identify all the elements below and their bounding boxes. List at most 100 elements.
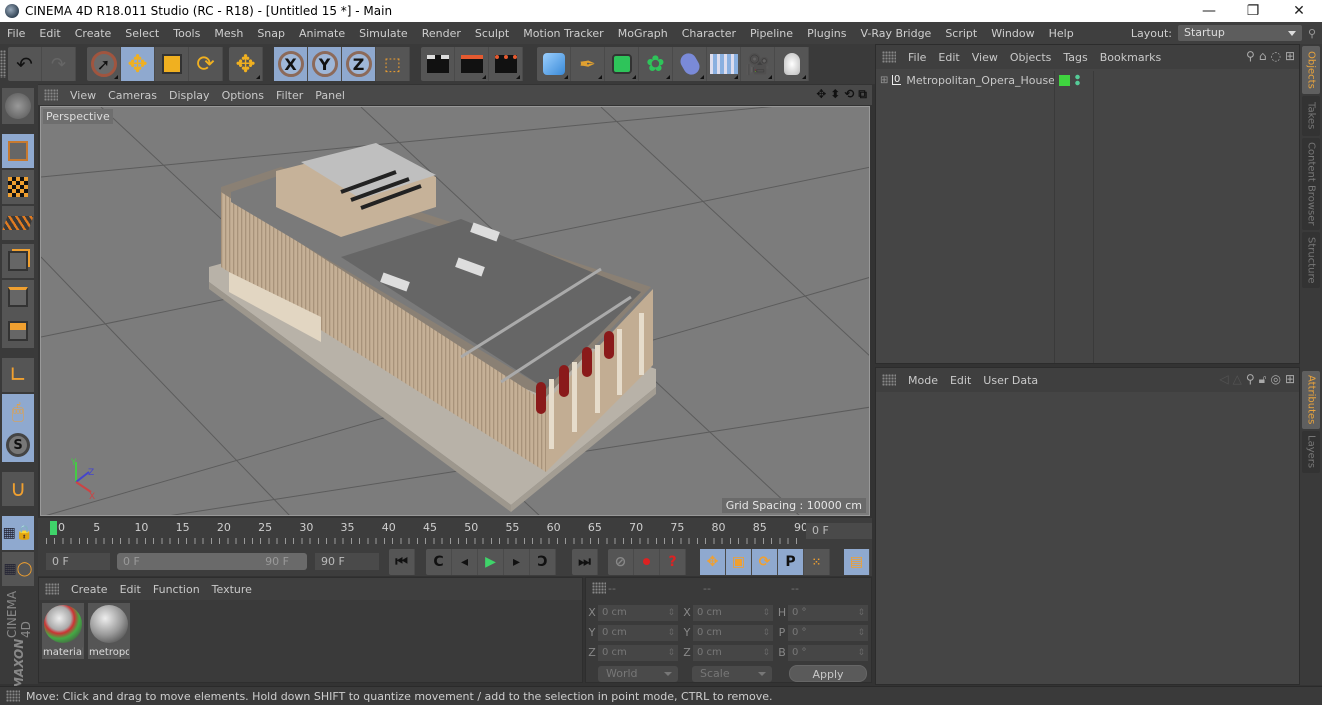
position-z-field[interactable]: 0 cm (598, 644, 678, 661)
render-settings-button[interactable] (489, 47, 523, 81)
object-menu-view[interactable]: View (966, 51, 1004, 64)
menu-script[interactable]: Script (938, 27, 984, 40)
attribute-menu-mode[interactable]: Mode (902, 374, 944, 387)
viewport-grip[interactable] (44, 89, 58, 101)
previous-key-button[interactable]: C (426, 549, 452, 575)
editor-render-dots-icon[interactable] (1075, 74, 1080, 86)
menu-plugins[interactable]: Plugins (800, 27, 853, 40)
status-grip[interactable] (6, 690, 20, 702)
axis-mode-button[interactable]: ∟ (2, 358, 34, 392)
object-name[interactable]: Metropolitan_Opera_House (906, 74, 1055, 87)
snap-button[interactable]: ∪ (2, 472, 34, 506)
deformer-button[interactable] (673, 47, 707, 81)
new-panel-icon[interactable]: ⊞ (1285, 49, 1295, 63)
object-menu-bookmarks[interactable]: Bookmarks (1094, 51, 1167, 64)
menu-simulate[interactable]: Simulate (352, 27, 415, 40)
menu-select[interactable]: Select (118, 27, 166, 40)
attribute-menu-edit[interactable]: Edit (944, 374, 977, 387)
key-scale-button[interactable]: ▣ (726, 549, 752, 575)
new-panel-icon[interactable]: ⊞ (1285, 372, 1295, 387)
play-button[interactable]: ▶ (478, 549, 504, 575)
undo-button[interactable]: ↶ (8, 47, 42, 81)
toolbar-grip[interactable] (0, 50, 6, 78)
tab-layers[interactable]: Layers (1302, 431, 1320, 473)
search-icon[interactable]: ⚲ (1302, 27, 1322, 40)
search-icon[interactable]: ⚲ (1246, 49, 1255, 63)
viewport-menu-view[interactable]: View (64, 89, 102, 102)
key-position-button[interactable]: ✥ (700, 549, 726, 575)
rotation-h-field[interactable]: 0 ° (788, 604, 868, 621)
start-frame-field[interactable]: 0 F (46, 553, 110, 570)
eye-icon[interactable]: ◌ (1270, 49, 1280, 63)
tab-objects[interactable]: Objects (1302, 46, 1320, 94)
menu-sculpt[interactable]: Sculpt (468, 27, 516, 40)
viewport-menu-options[interactable]: Options (216, 89, 270, 102)
attribute-grip[interactable] (882, 374, 896, 386)
menu-snap[interactable]: Snap (250, 27, 292, 40)
layout-dropdown[interactable]: Startup (1178, 25, 1302, 41)
close-button[interactable]: ✕ (1276, 0, 1322, 22)
camera-button[interactable]: 🎥 (741, 47, 775, 81)
edges-mode-button[interactable] (2, 280, 34, 314)
polygons-mode-button[interactable] (2, 314, 34, 348)
y-axis-button[interactable]: Y (308, 47, 342, 81)
key-param-button[interactable]: P (778, 549, 804, 575)
coordinates-grip[interactable] (592, 582, 606, 594)
render-picture-viewer-button[interactable] (455, 47, 489, 81)
light-button[interactable] (775, 47, 809, 81)
apply-button[interactable]: Apply (789, 665, 867, 682)
rotation-b-field[interactable]: 0 ° (788, 644, 868, 661)
pan-icon[interactable]: ✥ (816, 87, 826, 102)
size-x-field[interactable]: 0 cm (693, 604, 773, 621)
timeline-button[interactable]: ▤ (844, 549, 870, 575)
rotation-p-field[interactable]: 0 ° (788, 624, 868, 641)
end-frame-field[interactable]: 90 F (315, 553, 379, 570)
column-separator[interactable] (1093, 71, 1094, 363)
column-separator[interactable] (1054, 71, 1055, 363)
up-arrow-icon[interactable]: △ (1233, 372, 1242, 387)
dolly-icon[interactable]: ⬍ (830, 87, 840, 102)
menu-character[interactable]: Character (675, 27, 743, 40)
viewport-menu-panel[interactable]: Panel (309, 89, 351, 102)
menu-mograph[interactable]: MoGraph (611, 27, 675, 40)
size-z-field[interactable]: 0 cm (693, 644, 773, 661)
material-swatch[interactable]: material (42, 603, 84, 659)
object-row[interactable]: ⊞ 0 Metropolitan_Opera_House (876, 71, 1299, 89)
viewport-menu-cameras[interactable]: Cameras (102, 89, 163, 102)
playhead[interactable] (50, 521, 57, 535)
search-icon[interactable]: ⚲ (1246, 372, 1255, 387)
coordinate-mode-dropdown[interactable]: Scale (692, 666, 772, 682)
object-menu-tags[interactable]: Tags (1057, 51, 1093, 64)
scale-button[interactable] (155, 47, 189, 81)
current-frame-field[interactable]: 0 F (806, 523, 872, 539)
workplane-mode-button[interactable] (2, 206, 34, 240)
position-y-field[interactable]: 0 cm (598, 624, 678, 641)
go-to-start-button[interactable]: ⏮ (389, 549, 415, 575)
keyframe-selection-button[interactable]: ? (660, 549, 686, 575)
frame-range-slider[interactable]: 0 F 90 F (117, 553, 307, 570)
key-rotation-button[interactable]: ⟳ (752, 549, 778, 575)
menu-create[interactable]: Create (68, 27, 119, 40)
menu-motion-tracker[interactable]: Motion Tracker (516, 27, 610, 40)
material-menu-edit[interactable]: Edit (114, 583, 147, 596)
pen-button[interactable]: ✒ (571, 47, 605, 81)
object-grip[interactable] (882, 51, 896, 63)
render-view-button[interactable] (421, 47, 455, 81)
next-frame-button[interactable]: ▸ (504, 549, 530, 575)
tab-structure[interactable]: Structure (1302, 232, 1320, 288)
menu-pipeline[interactable]: Pipeline (743, 27, 800, 40)
x-axis-button[interactable]: X (274, 47, 308, 81)
material-menu-texture[interactable]: Texture (206, 583, 258, 596)
tab-takes[interactable]: Takes (1302, 96, 1320, 136)
go-to-end-button[interactable]: ⏭ (572, 549, 598, 575)
tab-attributes[interactable]: Attributes (1302, 371, 1320, 429)
redo-button[interactable]: ↷ (42, 47, 76, 81)
menu-window[interactable]: Window (984, 27, 1041, 40)
menu-edit[interactable]: Edit (32, 27, 67, 40)
orbit-icon[interactable]: ⟲ (844, 87, 854, 102)
menu-render[interactable]: Render (415, 27, 468, 40)
lock-icon[interactable]: 🔓︎ (1259, 372, 1267, 387)
coordinate-system-button[interactable]: ⬚ (376, 47, 410, 81)
coordinate-space-dropdown[interactable]: World (598, 666, 678, 682)
menu-help[interactable]: Help (1042, 27, 1081, 40)
